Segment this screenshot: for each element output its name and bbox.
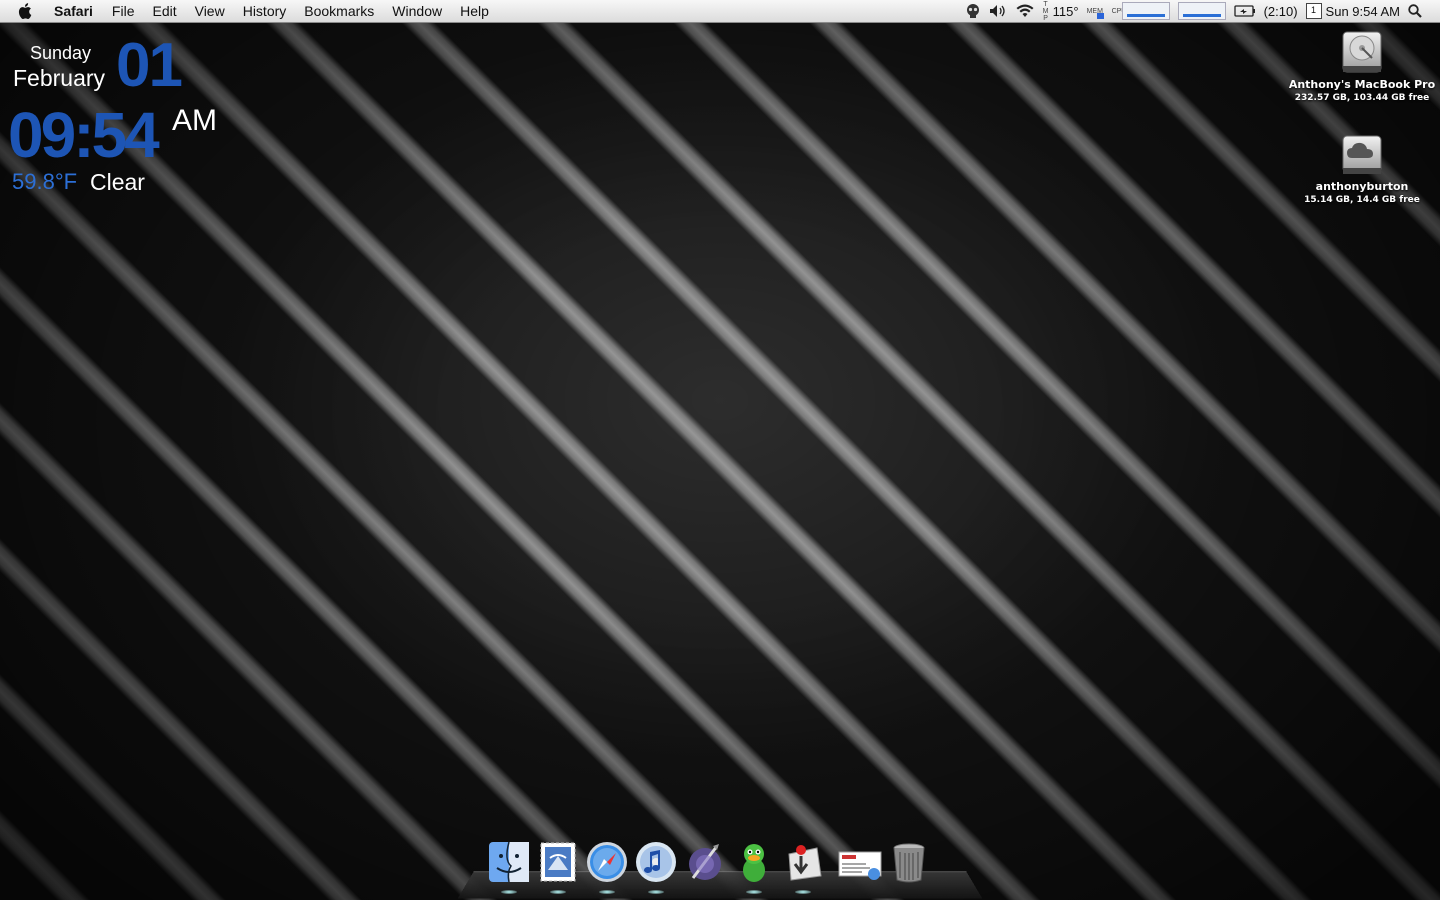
widget-month: February <box>13 65 106 91</box>
mail-stamp-icon <box>540 842 576 882</box>
itunes-icon <box>636 842 676 882</box>
cpu-label: CPU <box>1111 7 1127 15</box>
dock-trash[interactable] <box>886 840 932 888</box>
menu-status-area: TMP 115° MEM CPU (2:10) 1 Sun 9:54 AM <box>965 0 1440 22</box>
dock-mail[interactable] <box>535 840 581 894</box>
menu-edit[interactable]: Edit <box>143 3 185 19</box>
desktop-icon-name: Anthony's MacBook Pro <box>1288 78 1436 91</box>
temp-label-icon: TMP <box>1042 0 1049 22</box>
cpu-graph[interactable] <box>1121 2 1170 20</box>
desktop-icon-info: 15.14 GB, 14.4 GB free <box>1304 195 1420 205</box>
safari-compass-icon <box>587 842 627 882</box>
desktop-icon-info: 232.57 GB, 103.44 GB free <box>1294 93 1430 103</box>
hard-drive-icon <box>1340 30 1384 74</box>
network-graph[interactable] <box>1177 2 1226 20</box>
dock-script-editor[interactable] <box>682 840 728 888</box>
widget-time: 09:54 <box>8 99 160 171</box>
wifi-icon[interactable] <box>1015 4 1035 18</box>
adium-duck-icon <box>743 844 765 882</box>
battery-time[interactable]: (2:10) <box>1264 4 1298 19</box>
menu-view[interactable]: View <box>186 3 234 19</box>
widget-temperature: 59.8°F <box>12 169 78 194</box>
dock <box>486 836 935 894</box>
cloud-drive-icon <box>1340 132 1384 176</box>
temperature-readout[interactable]: 115° <box>1053 4 1079 19</box>
desktop-icon-name: anthonyburton <box>1315 180 1409 193</box>
script-editor-icon <box>689 844 721 880</box>
dock-safari[interactable] <box>584 840 630 894</box>
dock-adium[interactable] <box>731 840 777 894</box>
apple-menu-icon[interactable] <box>18 2 36 20</box>
dock-mail-message[interactable] <box>837 840 883 888</box>
menu-window[interactable]: Window <box>383 3 451 19</box>
desktop-icon-network-drive[interactable]: anthonyburton 15.14 GB, 14.4 GB free <box>1282 132 1440 205</box>
widget-day: Sunday <box>30 43 92 63</box>
widget-date: 01 <box>116 31 183 100</box>
battery-icon[interactable] <box>1233 5 1256 17</box>
mail-message-icon <box>838 851 882 880</box>
menu-help[interactable]: Help <box>451 3 498 19</box>
dock-finder[interactable] <box>486 840 532 894</box>
menu-file[interactable]: File <box>103 3 144 19</box>
alien-monitor-icon[interactable] <box>965 3 981 19</box>
menu-bar: Safari File Edit View History Bookmarks … <box>0 0 1440 23</box>
volume-icon[interactable] <box>989 4 1007 18</box>
transmission-icon <box>788 845 822 881</box>
dock-transmission[interactable] <box>780 840 826 894</box>
mem-meter[interactable] <box>1096 3 1104 19</box>
dock-itunes[interactable] <box>633 840 679 894</box>
widget-condition: Clear <box>90 169 145 195</box>
spotlight-search-icon[interactable] <box>1408 4 1422 18</box>
menu-history[interactable]: History <box>234 3 296 19</box>
menu-clock[interactable]: Sun 9:54 AM <box>1326 4 1400 19</box>
menu-app-safari[interactable]: Safari <box>54 3 103 19</box>
finder-icon <box>489 841 529 883</box>
menu-bookmarks[interactable]: Bookmarks <box>295 3 383 19</box>
trash-icon <box>893 843 925 883</box>
calendar-icon[interactable]: 1 <box>1305 3 1322 19</box>
widget-ampm: AM <box>172 104 217 137</box>
desktop-icon-macbook-hd[interactable]: Anthony's MacBook Pro 232.57 GB, 103.44 … <box>1282 30 1440 103</box>
mem-label: MEM <box>1086 7 1103 15</box>
